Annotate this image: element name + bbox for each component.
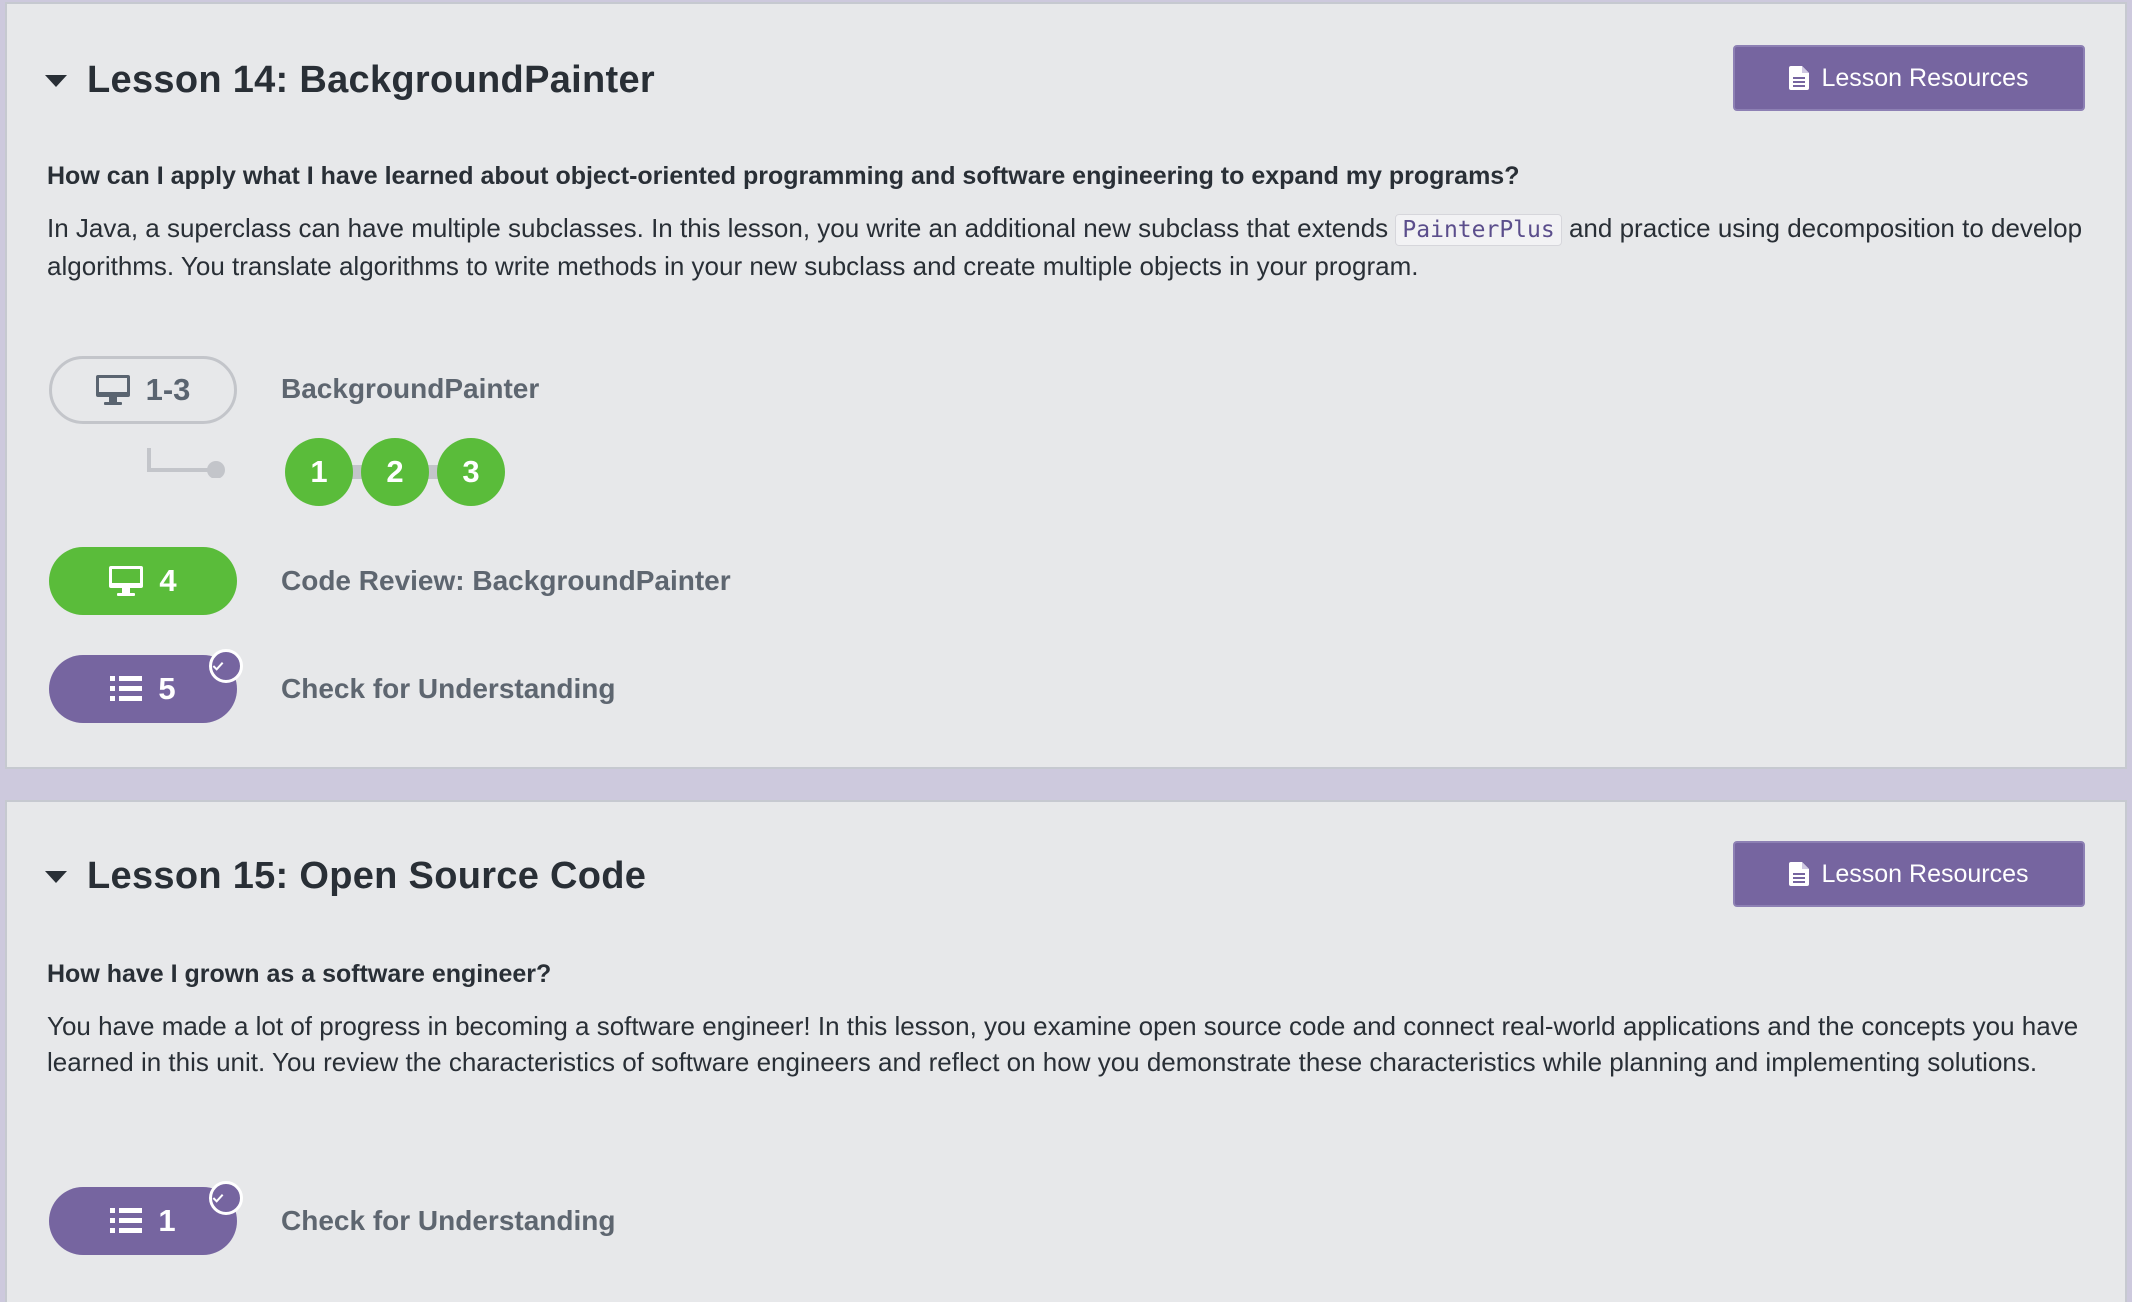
lesson-card-14: Lesson 14: BackgroundPainter Lesson Reso…: [5, 2, 2127, 769]
level-bubble-1[interactable]: 1: [285, 438, 353, 506]
list-icon: [110, 676, 143, 701]
level-bubbles: 1 2 3: [285, 438, 513, 506]
activity-range: 4: [159, 563, 177, 598]
completed-check-icon: [209, 649, 243, 683]
connector-line: [147, 448, 225, 478]
lesson-title: Lesson 15: Open Source Code: [87, 855, 647, 897]
lesson-header[interactable]: Lesson 14: BackgroundPainter: [45, 59, 655, 102]
lesson-resources-button[interactable]: Lesson Resources: [1733, 841, 2085, 907]
lesson-description: You have made a lot of progress in becom…: [47, 1011, 2079, 1077]
lesson-title: Lesson 14: BackgroundPainter: [87, 59, 655, 101]
activity-label-check-understanding[interactable]: Check for Understanding: [281, 1205, 615, 1237]
activity-pill-1[interactable]: 1: [49, 1181, 243, 1255]
document-icon: [1789, 66, 1810, 90]
activity-range: 1-3: [145, 372, 191, 407]
activity-pill-5[interactable]: 5: [49, 649, 243, 723]
activity-range: 5: [158, 671, 176, 706]
lesson-resources-label: Lesson Resources: [1821, 63, 2029, 92]
document-icon: [1789, 862, 1810, 886]
code-snippet: PainterPlus: [1395, 214, 1562, 246]
lesson-resources-label: Lesson Resources: [1821, 859, 2029, 888]
computer-icon: [95, 375, 130, 405]
lesson-question: How have I grown as a software engineer?: [47, 960, 552, 988]
activity-pill-4[interactable]: 4: [49, 547, 237, 615]
level-bubble-3[interactable]: 3: [437, 438, 505, 506]
lesson-resources-button[interactable]: Lesson Resources: [1733, 45, 2085, 111]
lesson-description: In Java, a superclass can have multiple …: [47, 210, 2085, 284]
caret-down-icon[interactable]: [45, 74, 67, 87]
activity-pill-1-3[interactable]: 1-3: [49, 356, 237, 424]
lesson-question: How can I apply what I have learned abou…: [47, 162, 1520, 190]
list-icon: [110, 1208, 143, 1233]
activity-range: 1: [158, 1203, 176, 1238]
lesson-header[interactable]: Lesson 15: Open Source Code: [45, 855, 646, 898]
completed-check-icon: [209, 1181, 243, 1215]
activity-label-backgroundpainter[interactable]: BackgroundPainter: [281, 373, 539, 405]
activity-label-code-review[interactable]: Code Review: BackgroundPainter: [281, 565, 731, 597]
caret-down-icon[interactable]: [45, 870, 67, 883]
lesson-card-15: Lesson 15: Open Source Code Lesson Resou…: [5, 800, 2127, 1302]
computer-icon: [109, 566, 144, 596]
level-bubble-2[interactable]: 2: [361, 438, 429, 506]
activity-label-check-understanding[interactable]: Check for Understanding: [281, 673, 615, 705]
description-text: In Java, a superclass can have multiple …: [47, 213, 1389, 243]
